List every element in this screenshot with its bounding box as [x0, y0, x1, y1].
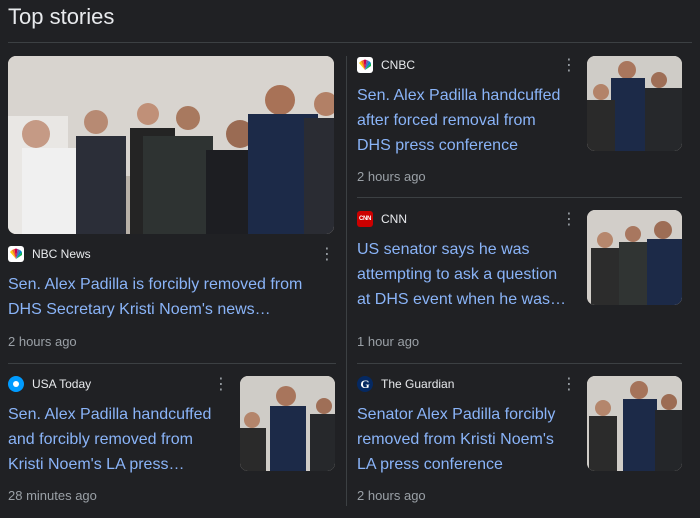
- cnn-logo-text: CNN: [358, 216, 372, 222]
- guardian-logo-icon: G: [357, 376, 373, 392]
- story-source: CNN CNN: [357, 210, 567, 228]
- story-time: 2 hours ago: [357, 169, 426, 184]
- source-name: The Guardian: [381, 377, 455, 391]
- story-time: 2 hours ago: [8, 334, 77, 349]
- divider: [357, 197, 682, 198]
- story-headline[interactable]: US senator says he was attempting to ask…: [357, 237, 567, 312]
- source-name: USA Today: [32, 377, 92, 391]
- story-thumbnail[interactable]: [587, 376, 682, 471]
- divider: [357, 363, 682, 364]
- story-thumbnail[interactable]: [240, 376, 335, 471]
- story-source: NBC News: [8, 245, 334, 263]
- story-time: 28 minutes ago: [8, 488, 97, 503]
- more-vert-icon[interactable]: ⋮: [561, 212, 577, 228]
- more-vert-icon[interactable]: ⋮: [213, 377, 229, 393]
- more-vert-icon[interactable]: ⋮: [561, 377, 577, 393]
- story-time: 2 hours ago: [357, 488, 426, 503]
- source-name: NBC News: [32, 247, 91, 261]
- divider: [8, 363, 336, 364]
- cnn-logo-icon: CNN: [357, 211, 373, 227]
- story-photo: [240, 376, 335, 471]
- story-headline[interactable]: Sen. Alex Padilla is forcibly removed fr…: [8, 272, 334, 322]
- story-source: G The Guardian: [357, 375, 567, 393]
- divider: [8, 42, 692, 43]
- story-card[interactable]: CNBC Sen. Alex Padilla handcuffed after …: [357, 56, 567, 158]
- story-photo: [587, 376, 682, 471]
- story-card[interactable]: CNN CNN US senator says he was attemptin…: [357, 210, 567, 312]
- story-thumbnail[interactable]: [587, 56, 682, 151]
- story-source: USA Today: [8, 375, 228, 393]
- usa-today-logo-icon: [8, 376, 24, 392]
- source-name: CNN: [381, 212, 407, 226]
- story-image[interactable]: [8, 56, 334, 234]
- story-headline[interactable]: Sen. Alex Padilla handcuffed and forcibl…: [8, 402, 228, 477]
- story-time: 1 hour ago: [357, 334, 420, 349]
- more-vert-icon[interactable]: ⋮: [319, 247, 335, 263]
- story-headline[interactable]: Sen. Alex Padilla handcuffed after force…: [357, 83, 567, 158]
- story-headline[interactable]: Senator Alex Padilla forcibly removed fr…: [357, 402, 567, 477]
- story-source: CNBC: [357, 56, 567, 74]
- story-card[interactable]: NBC News Sen. Alex Padilla is forcibly r…: [8, 245, 334, 322]
- story-card[interactable]: G The Guardian Senator Alex Padilla forc…: [357, 375, 567, 477]
- section-title: Top stories: [8, 4, 115, 29]
- cnbc-peacock-icon: [357, 57, 373, 73]
- more-vert-icon[interactable]: ⋮: [561, 58, 577, 74]
- story-photo: [8, 56, 334, 234]
- source-name: CNBC: [381, 58, 416, 72]
- column-divider: [346, 56, 347, 506]
- story-photo: [587, 210, 682, 305]
- story-photo: [587, 56, 682, 151]
- guardian-logo-text: G: [360, 376, 370, 391]
- story-card[interactable]: USA Today Sen. Alex Padilla handcuffed a…: [8, 375, 228, 477]
- story-thumbnail[interactable]: [587, 210, 682, 305]
- nbc-peacock-icon: [8, 246, 24, 262]
